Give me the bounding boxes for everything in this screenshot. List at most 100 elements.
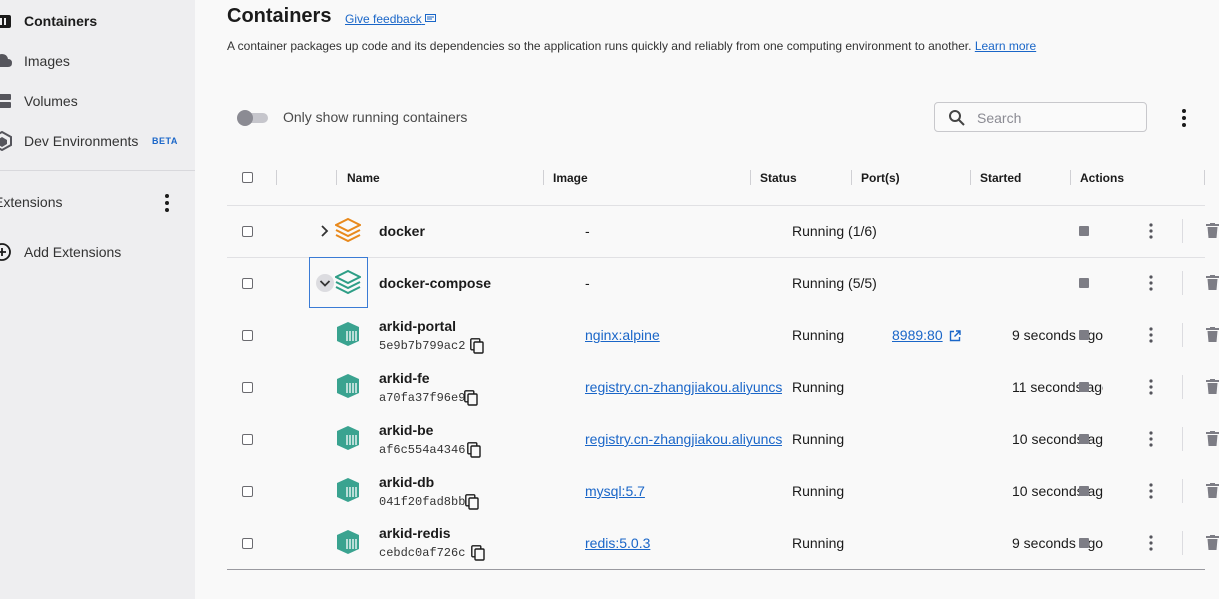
container-id: cebdc0af726c [379,546,466,560]
search-box[interactable] [934,102,1147,132]
row-more-icon[interactable] [1148,327,1154,343]
port-link[interactable]: 8989:80 [892,327,943,343]
extensions-title: Extensions [0,194,63,210]
stop-icon[interactable] [1079,330,1089,340]
column-separator [750,170,751,185]
learn-more-link[interactable]: Learn more [975,39,1036,53]
sidebar-item-label: Volumes [24,93,78,109]
column-separator [970,170,971,185]
row-checkbox[interactable] [242,278,253,289]
status-value: Running [792,483,845,499]
image-link[interactable]: registry.cn-zhangjiakou.aliyuncs.com [585,379,782,395]
sidebar: Containers Images Volumes Dev Environmen… [0,0,195,599]
action-separator [1182,271,1183,295]
row-more-icon[interactable] [1148,223,1154,239]
column-separator [1204,170,1205,185]
copy-icon[interactable] [470,338,484,354]
row-more-icon[interactable] [1148,535,1154,551]
trash-icon[interactable] [1206,535,1219,550]
chevron-right-icon[interactable] [315,221,335,241]
page-description: A container packages up code and its dep… [227,39,1036,53]
column-header-image[interactable]: Image [553,171,588,185]
row-more-icon[interactable] [1148,275,1154,291]
column-header-ports[interactable]: Port(s) [861,171,900,185]
container-id: a70fa37f96e9 [379,391,466,405]
give-feedback-link[interactable]: Give feedback [345,12,437,26]
status-value: Running [792,379,845,395]
copy-icon[interactable] [467,442,481,458]
image-link[interactable]: redis:5.0.3 [585,535,782,551]
table-bottom-border [227,569,1205,570]
extensions-more-icon[interactable] [160,192,174,214]
stop-icon[interactable] [1079,226,1089,236]
table-row[interactable]: arkid-db 041f20fad8bb mysql:5.7 Running … [227,465,1219,517]
stop-icon[interactable] [1079,434,1089,444]
search-input[interactable] [975,107,1139,129]
cloud-icon [0,54,12,67]
container-id: af6c554a4346 [379,443,466,457]
trash-icon[interactable] [1206,327,1219,342]
image-link[interactable]: mysql:5.7 [585,483,782,499]
image-value: - [585,223,590,239]
stop-icon[interactable] [1079,278,1089,288]
open-external-icon[interactable] [949,330,961,342]
image-value: - [585,275,590,291]
image-link[interactable]: registry.cn-zhangjiakou.aliyuncs.com [585,431,782,447]
row-more-icon[interactable] [1148,379,1154,395]
copy-icon[interactable] [464,390,478,406]
column-separator [851,170,852,185]
sidebar-divider [0,170,195,171]
stop-icon[interactable] [1079,382,1089,392]
table-row[interactable]: arkid-fe a70fa37f96e9 registry.cn-zhangj… [227,361,1219,413]
copy-icon[interactable] [465,494,479,510]
trash-icon[interactable] [1206,223,1219,238]
status-value: Running [792,431,845,447]
started-value: 9 seconds ago [1012,327,1103,343]
row-checkbox[interactable] [242,486,253,497]
row-checkbox[interactable] [242,538,253,549]
search-icon [949,110,965,126]
action-separator [1182,323,1183,347]
column-header-started[interactable]: Started [980,171,1021,185]
row-checkbox[interactable] [242,226,253,237]
table-row[interactable]: arkid-portal 5e9b7b799ac2 nginx:alpine R… [227,309,1219,361]
started-value: 11 seconds ago [1012,379,1103,395]
started-value: 10 seconds ago [1012,431,1103,447]
beta-badge: BETA [152,136,178,146]
more-options-icon[interactable] [1177,106,1191,130]
row-checkbox[interactable] [242,330,253,341]
table-row[interactable]: docker - Running (1/6) [227,205,1219,257]
action-separator [1182,531,1183,555]
column-header-status[interactable]: Status [760,171,797,185]
stop-icon[interactable] [1079,538,1089,548]
trash-icon[interactable] [1206,483,1219,498]
running-only-toggle[interactable] [237,110,268,126]
trash-icon[interactable] [1206,379,1219,394]
row-more-icon[interactable] [1148,431,1154,447]
started-value: 10 seconds ago [1012,483,1103,499]
chevron-down-icon[interactable] [315,273,335,293]
trash-icon[interactable] [1206,431,1219,446]
status-value: Running (5/5) [792,275,877,291]
column-separator [276,170,277,185]
image-link[interactable]: nginx:alpine [585,327,782,343]
sidebar-item-label: Images [24,53,70,69]
table-row[interactable]: docker-compose - Running (5/5) [227,257,1219,309]
container-name: arkid-db [379,474,435,490]
stop-icon[interactable] [1079,486,1089,496]
row-checkbox[interactable] [242,382,253,393]
column-header-name[interactable]: Name [347,171,380,185]
column-separator [336,170,337,185]
table-row[interactable]: arkid-be af6c554a4346 registry.cn-zhangj… [227,413,1219,465]
status-value: Running [792,327,845,343]
select-all-checkbox[interactable] [242,172,253,183]
container-icon [337,530,359,554]
container-icon [337,478,359,502]
row-more-icon[interactable] [1148,483,1154,499]
table-row[interactable]: arkid-redis cebdc0af726c redis:5.0.3 Run… [227,517,1219,569]
row-checkbox[interactable] [242,434,253,445]
trash-icon[interactable] [1206,275,1219,290]
page-title: Containers [227,5,332,27]
copy-icon[interactable] [471,545,485,561]
container-name: docker [379,223,425,239]
